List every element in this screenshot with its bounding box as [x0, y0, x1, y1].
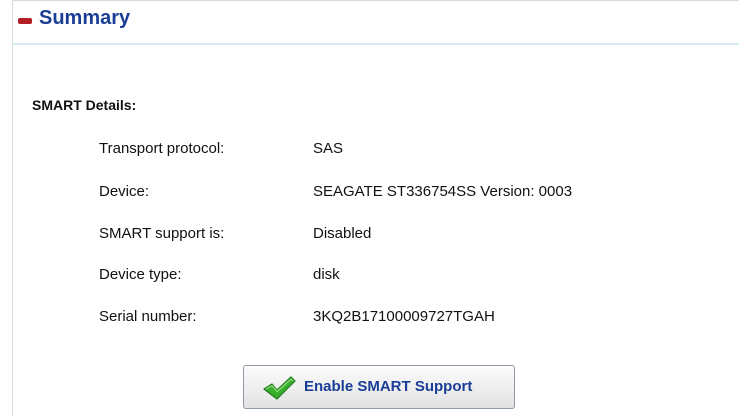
detail-value: 3KQ2B17100009727TGAH	[313, 308, 495, 325]
detail-row-serial-number: Serial number: 3KQ2B17100009727TGAH	[13, 308, 739, 328]
detail-value: disk	[313, 266, 340, 283]
detail-label: Device:	[99, 183, 150, 200]
enable-smart-support-button[interactable]: Enable SMART Support	[243, 365, 515, 409]
detail-row-smart-support: SMART support is: Disabled	[13, 225, 739, 245]
enable-smart-support-label: Enable SMART Support	[304, 378, 473, 395]
detail-value: Disabled	[313, 225, 372, 242]
smart-details-heading: SMART Details:	[32, 97, 137, 113]
page-title: Summary	[39, 7, 131, 29]
detail-row-device-type: Device type: disk	[13, 266, 739, 286]
detail-label: Serial number:	[99, 308, 197, 325]
summary-header: Summary	[13, 1, 739, 45]
detail-row-transport-protocol: Transport protocol: SAS	[13, 140, 739, 160]
detail-label: Transport protocol:	[99, 140, 225, 157]
detail-label: Device type:	[99, 266, 182, 283]
checkmark-icon	[263, 376, 296, 400]
collapse-icon[interactable]	[18, 18, 32, 24]
summary-panel: Summary SMART Details: Transport protoco…	[12, 0, 739, 416]
detail-label: SMART support is:	[99, 225, 225, 242]
detail-value: SEAGATE ST336754SS Version: 0003	[313, 183, 573, 200]
detail-row-device: Device: SEAGATE ST336754SS Version: 0003	[13, 183, 739, 203]
detail-value: SAS	[313, 140, 344, 157]
